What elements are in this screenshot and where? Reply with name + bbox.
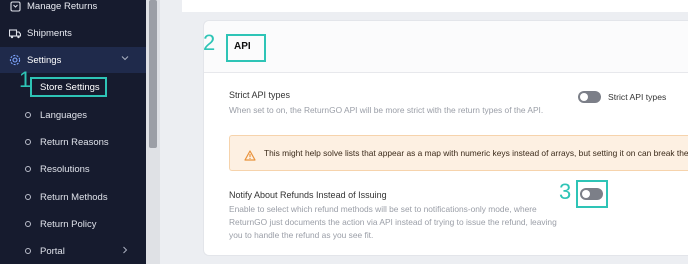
- warning-banner: This might help solve lists that appear …: [229, 135, 688, 171]
- notify-refunds-description: Enable to select which refund methods wi…: [229, 203, 557, 242]
- step-3-annotation: 3: [559, 179, 572, 204]
- strict-api-toggle-label[interactable]: Strict API types: [608, 92, 666, 102]
- sidebar-subitem-label: Return Methods: [40, 191, 108, 203]
- sidebar-item-label: Settings: [27, 54, 62, 66]
- bullet-icon: [25, 112, 31, 118]
- warning-text: This might help solve lists that appear …: [264, 148, 688, 158]
- sidebar-item-shipments[interactable]: Shipments: [0, 20, 146, 46]
- sidebar: Manage Returns Shipments Settings 1 Stor…: [0, 0, 146, 264]
- sidebar-subitem-label: Return Policy: [40, 218, 97, 230]
- strict-api-description: When set to on, the ReturnGO API will be…: [229, 105, 544, 115]
- chevron-down-icon: [121, 54, 129, 64]
- gear-icon: [9, 54, 21, 66]
- sidebar-item-label: Manage Returns: [27, 0, 98, 12]
- sidebar-subitem-label: Portal: [40, 245, 65, 257]
- api-settings-card: API Strict API types When set to on, the…: [203, 20, 688, 256]
- sidebar-subitem-label: Resolutions: [40, 163, 90, 175]
- notify-refunds-label: Notify About Refunds Instead of Issuing: [229, 190, 387, 200]
- description-line: you to handle the refund as you see fit.: [229, 230, 374, 240]
- sidebar-subitem-label: Languages: [40, 109, 88, 121]
- app-root: Manage Returns Shipments Settings 1 Stor…: [0, 0, 688, 264]
- description-line: Enable to select which refund methods wi…: [229, 204, 537, 214]
- sidebar-subitem-label: Store Settings: [40, 81, 100, 93]
- truck-icon: [9, 27, 21, 39]
- scrollbar-thumb[interactable]: [149, 0, 157, 148]
- toggle-knob: [580, 93, 588, 101]
- sidebar-scrollbar[interactable]: [146, 0, 160, 264]
- bullet-icon: [25, 221, 31, 227]
- sidebar-subitem-store-settings[interactable]: Store Settings: [0, 74, 146, 100]
- sidebar-subitem-resolutions[interactable]: Resolutions: [0, 156, 146, 182]
- sidebar-subitem-return-methods[interactable]: Return Methods: [0, 184, 146, 210]
- bullet-icon: [25, 248, 31, 254]
- sidebar-subitem-label: Return Reasons: [40, 136, 109, 148]
- bullet-icon: [25, 194, 31, 200]
- step-2-annotation: 2: [203, 30, 216, 55]
- bullet-icon: [25, 139, 31, 145]
- sidebar-item-manage-returns[interactable]: Manage Returns: [0, 0, 146, 19]
- sidebar-subitem-return-policy[interactable]: Return Policy: [0, 211, 146, 237]
- page-gutter: [160, 0, 180, 264]
- sidebar-subitem-portal[interactable]: Portal: [0, 238, 146, 264]
- toggle-knob: [582, 190, 590, 198]
- card-header: API: [204, 21, 688, 73]
- bullet-icon: [25, 166, 31, 172]
- strict-api-label: Strict API types: [229, 90, 291, 100]
- notify-refunds-toggle[interactable]: [580, 188, 603, 200]
- strict-api-toggle[interactable]: [578, 91, 601, 103]
- sidebar-subitem-languages[interactable]: Languages: [0, 102, 146, 128]
- sidebar-subitem-return-reasons[interactable]: Return Reasons: [0, 129, 146, 155]
- chevron-right-icon: [121, 246, 129, 256]
- section-title: API: [234, 41, 251, 52]
- sidebar-item-label: Shipments: [27, 27, 72, 39]
- warning-icon: [244, 148, 256, 161]
- description-line: ReturnGO just documents the action via A…: [229, 217, 557, 227]
- box-icon: [9, 0, 21, 12]
- previous-card-bottom: [182, 0, 688, 12]
